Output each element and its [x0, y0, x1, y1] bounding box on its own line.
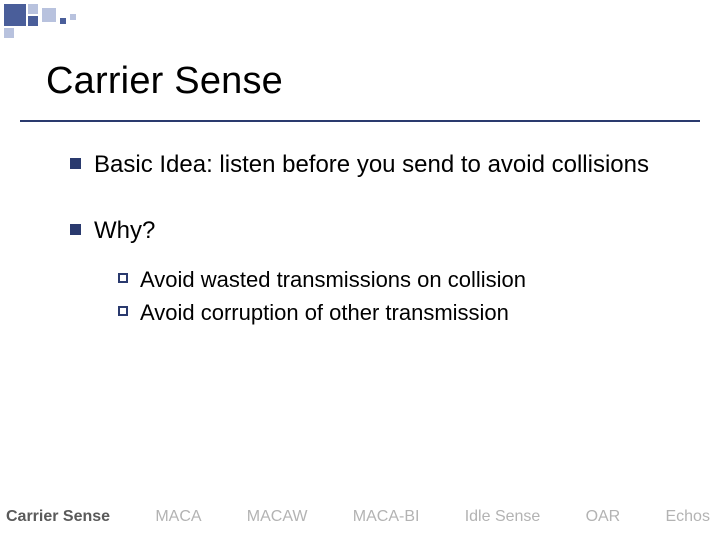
- footer-nav-item[interactable]: Carrier Sense: [6, 508, 110, 526]
- slide: Carrier Sense Basic Idea: listen before …: [0, 0, 720, 540]
- footer-nav-item[interactable]: OAR: [586, 508, 621, 526]
- title-separator: [20, 120, 700, 122]
- bullet-text: Basic Idea: listen before you send to av…: [94, 151, 649, 178]
- slide-body: Basic Idea: listen before you send to av…: [70, 150, 680, 363]
- bullet-level1: Why? Avoid wasted transmissions on colli…: [70, 216, 680, 327]
- bullet-text: Why?: [94, 217, 155, 244]
- corner-decoration: [4, 4, 164, 44]
- footer-nav-item[interactable]: MACA: [155, 508, 201, 526]
- subbullet-text: Avoid wasted transmissions on collision: [140, 267, 526, 292]
- footer-nav-item[interactable]: Idle Sense: [465, 508, 541, 526]
- subbullet-group: Avoid wasted transmissions on collision …: [118, 266, 680, 327]
- bullet-level2: Avoid corruption of other transmission: [118, 299, 680, 328]
- subbullet-text: Avoid corruption of other transmission: [140, 300, 509, 325]
- slide-title: Carrier Sense: [46, 60, 283, 103]
- bullet-level1: Basic Idea: listen before you send to av…: [70, 150, 680, 180]
- footer-nav: Carrier Sense MACA MACAW MACA-BI Idle Se…: [0, 508, 720, 526]
- footer-nav-item[interactable]: Echos: [665, 508, 709, 526]
- footer-nav-item[interactable]: MACA-BI: [353, 508, 420, 526]
- footer-nav-item[interactable]: MACAW: [247, 508, 308, 526]
- bullet-level2: Avoid wasted transmissions on collision: [118, 266, 680, 295]
